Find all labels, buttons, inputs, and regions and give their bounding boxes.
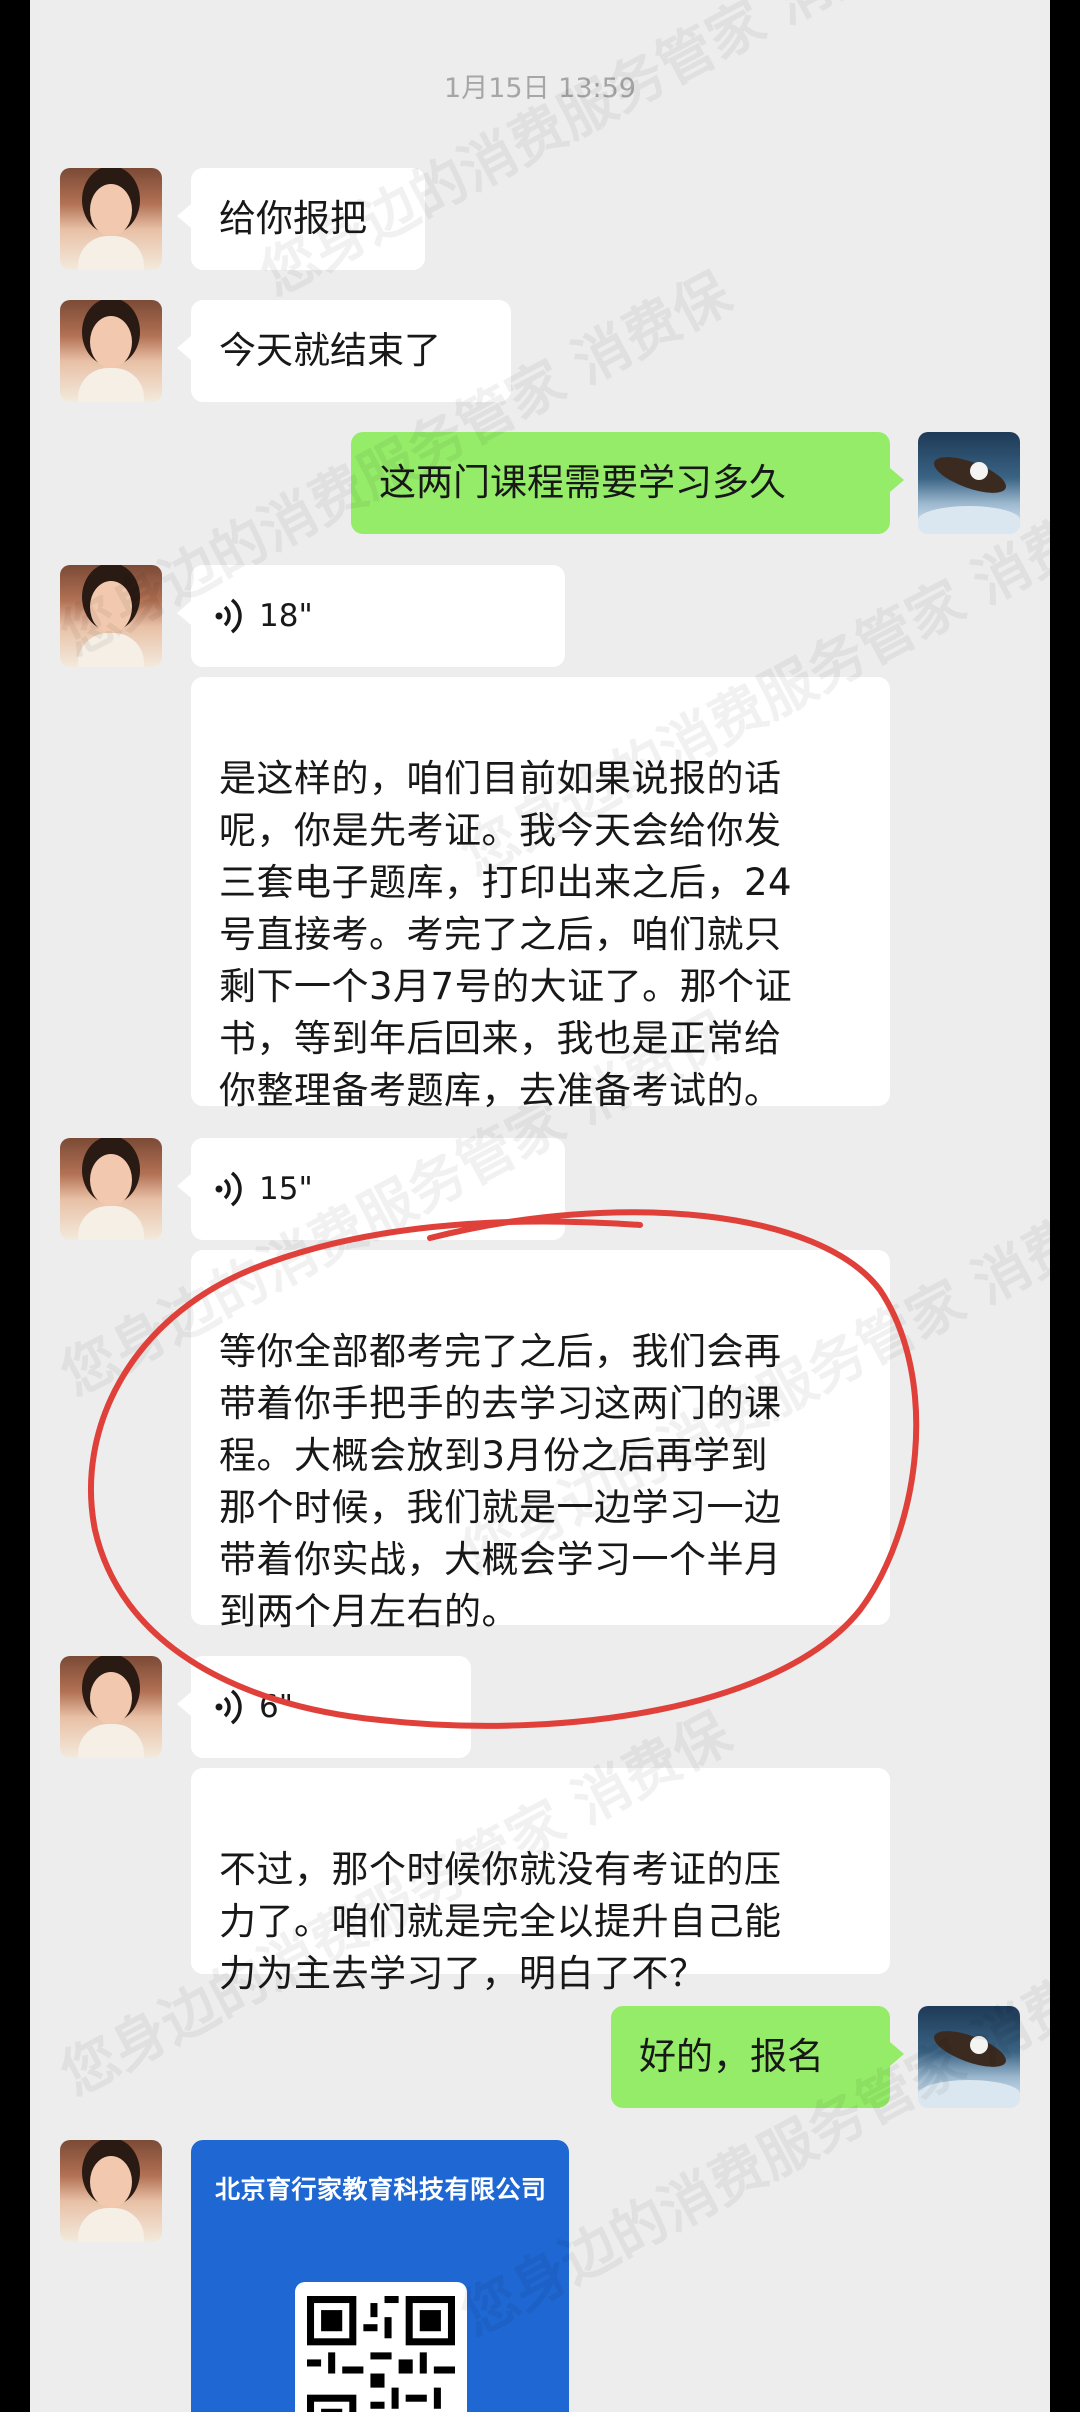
voice-transcript-bubble[interactable]: 是这样的，咱们目前如果说报的话 呢，你是先考证。我今天会给你发 三套电子题库，打… bbox=[191, 677, 890, 1112]
card-company-name: 北京育行家教育科技有限公司 bbox=[215, 2175, 547, 2204]
message-text: 等你全部都考完了之后，我们会再 带着你手把手的去学习这两门的课 程。大概会放到3… bbox=[219, 1330, 782, 1633]
contact-avatar[interactable] bbox=[60, 1138, 162, 1240]
contact-avatar[interactable] bbox=[60, 2140, 162, 2242]
voice-wave-icon bbox=[215, 598, 242, 634]
voice-message-bubble[interactable]: 6" bbox=[177, 1656, 471, 1758]
outgoing-message-bubble[interactable]: 好的，报名 bbox=[611, 2006, 904, 2108]
voice-transcript-bubble[interactable]: 等你全部都考完了之后，我们会再 带着你手把手的去学习这两门的课 程。大概会放到3… bbox=[191, 1250, 890, 1633]
message-text: 这两门课程需要学习多久 bbox=[379, 461, 786, 504]
message-text: 不过，那个时候你就没有考证的压 力了。咱们就是完全以提升自己能 力为主去学习了，… bbox=[219, 1848, 782, 1995]
chat-screen: 1月15日 13:59 给你报把 今天就结束了 这两门课程需要学习多久 18" … bbox=[0, 0, 1080, 2412]
voice-wave-icon bbox=[215, 1689, 242, 1725]
voice-message-bubble[interactable]: 18" bbox=[177, 565, 565, 667]
voice-transcript-bubble[interactable]: 不过，那个时候你就没有考证的压 力了。咱们就是完全以提升自己能 力为主去学习了，… bbox=[191, 1768, 890, 1995]
incoming-message-bubble[interactable]: 给你报把 bbox=[177, 168, 425, 270]
company-qr-card[interactable]: 北京育行家教育科技有限公司 bbox=[191, 2140, 569, 2412]
voice-message-bubble[interactable]: 15" bbox=[177, 1138, 565, 1240]
message-text: 给你报把 bbox=[219, 197, 367, 240]
user-avatar[interactable] bbox=[918, 432, 1020, 534]
voice-wave-icon bbox=[215, 1171, 242, 1207]
voice-duration: 6" bbox=[259, 1689, 293, 1725]
message-text: 好的，报名 bbox=[639, 2035, 824, 2078]
message-text: 是这样的，咱们目前如果说报的话 呢，你是先考证。我今天会给你发 三套电子题库，打… bbox=[219, 757, 793, 1112]
contact-avatar[interactable] bbox=[60, 300, 162, 402]
contact-avatar[interactable] bbox=[60, 565, 162, 667]
outgoing-message-bubble[interactable]: 这两门课程需要学习多久 bbox=[351, 432, 904, 534]
screen-edge-left bbox=[0, 0, 30, 2412]
voice-duration: 18" bbox=[259, 598, 313, 634]
incoming-message-bubble[interactable]: 今天就结束了 bbox=[177, 300, 511, 402]
screen-edge-right bbox=[1050, 0, 1080, 2412]
voice-duration: 15" bbox=[259, 1171, 313, 1207]
qr-code-frame bbox=[295, 2282, 467, 2412]
contact-avatar[interactable] bbox=[60, 168, 162, 270]
message-timestamp: 1月15日 13:59 bbox=[444, 73, 636, 104]
qr-code-icon bbox=[307, 2296, 455, 2412]
contact-avatar[interactable] bbox=[60, 1656, 162, 1758]
message-text: 今天就结束了 bbox=[219, 329, 441, 372]
user-avatar[interactable] bbox=[918, 2006, 1020, 2108]
